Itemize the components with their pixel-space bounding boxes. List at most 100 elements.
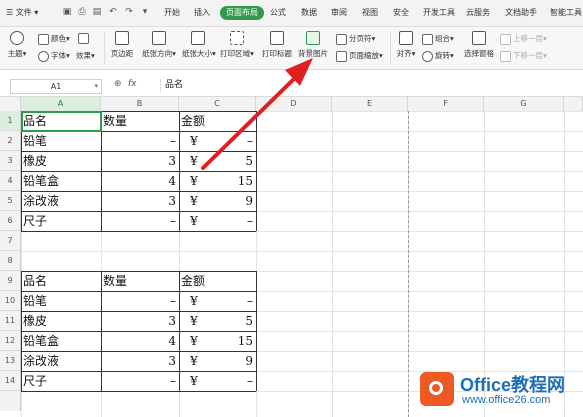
table1-cell-currency[interactable]: ¥	[179, 131, 209, 151]
print-area-button[interactable]: 打印区域▾	[218, 31, 256, 59]
menu-file[interactable]: ☰ 文件 ▾	[6, 6, 38, 20]
table1-header-amount[interactable]: 金额	[179, 111, 256, 131]
table1-cell-currency[interactable]: ¥	[179, 151, 209, 171]
menu-doc-assistant[interactable]: 文档助手	[505, 6, 537, 20]
menu-developer[interactable]: 开发工具	[423, 6, 455, 20]
table1-header-qty[interactable]: 数量	[101, 111, 179, 131]
align-button[interactable]: 对齐▾	[394, 31, 418, 59]
menu-cloud[interactable]: 云服务	[466, 6, 490, 20]
table2-cell-name[interactable]: 橡皮	[21, 311, 101, 331]
table2-cell-amount[interactable]: 5	[209, 311, 256, 331]
row-header-10[interactable]: 10	[0, 291, 20, 311]
page-break-button[interactable]: 分页符▾	[336, 33, 375, 45]
column-header-a[interactable]: A	[21, 97, 101, 111]
zoom-search-icon[interactable]: ⊕	[114, 79, 122, 89]
table1-cell-name[interactable]: 涂改液	[21, 191, 101, 211]
menu-data[interactable]: 数据	[301, 6, 317, 20]
send-backward-button[interactable]: 下移一层▾	[500, 50, 547, 62]
print-titles-button[interactable]: 打印标题	[260, 31, 294, 59]
background-image-button[interactable]: 背景图片	[296, 31, 330, 59]
table2-cell-name[interactable]: 尺子	[21, 371, 101, 391]
column-header-f[interactable]: F	[408, 97, 484, 111]
table2-cell-name[interactable]: 铅笔	[21, 291, 101, 311]
row-header-2[interactable]: 2	[0, 131, 20, 151]
table2-cell-name[interactable]: 涂改液	[21, 351, 101, 371]
menu-home[interactable]: 开始	[164, 6, 180, 20]
row-header-3[interactable]: 3	[0, 151, 20, 171]
table1-cell-currency[interactable]: ¥	[179, 191, 209, 211]
table2-cell-currency[interactable]: ¥	[179, 331, 209, 351]
table2-cell-amount[interactable]: 15	[209, 331, 256, 351]
margins-button[interactable]: 页边距	[108, 31, 136, 59]
table2-cell-qty[interactable]: 3	[101, 351, 179, 371]
table2-cell-qty[interactable]: 4	[101, 331, 179, 351]
table1-cell-qty[interactable]: 3	[101, 151, 179, 171]
colors-button[interactable]: 颜色▾	[38, 33, 70, 45]
theme-button[interactable]: 主题▾	[4, 31, 30, 59]
table1-cell-currency[interactable]: ¥	[179, 211, 209, 231]
column-header-c[interactable]: C	[179, 97, 256, 111]
row-header-1[interactable]: 1	[0, 111, 20, 131]
fonts-button[interactable]: 字体▾	[38, 50, 70, 62]
menu-insert[interactable]: 插入	[194, 6, 210, 20]
table2-header-qty[interactable]: 数量	[101, 271, 179, 291]
table2-cell-currency[interactable]: ¥	[179, 291, 209, 311]
table2-cell-name[interactable]: 铅笔盒	[21, 331, 101, 351]
row-header-6[interactable]: 6	[0, 211, 20, 231]
table1-cell-qty[interactable]: 3	[101, 191, 179, 211]
page-zoom-button[interactable]: 页面缩放▾	[336, 50, 383, 62]
menu-review[interactable]: 审阅	[331, 6, 347, 20]
row-header-12[interactable]: 12	[0, 331, 20, 351]
chevron-down-icon[interactable]: ▾	[94, 80, 98, 93]
table2-cell-qty[interactable]: –	[101, 371, 179, 391]
redo-icon[interactable]: ↷	[124, 7, 134, 17]
column-header-e[interactable]: E	[332, 97, 408, 111]
bring-forward-button[interactable]: 上移一层▾	[500, 33, 547, 45]
row-header-5[interactable]: 5	[0, 191, 20, 211]
table1-cell-amount[interactable]: –	[209, 131, 256, 151]
row-header-7[interactable]: 7	[0, 231, 20, 251]
name-box[interactable]: A1 ▾	[10, 79, 102, 94]
row-header-4[interactable]: 4	[0, 171, 20, 191]
menu-page-layout[interactable]: 页面布局	[220, 6, 264, 20]
table2-header-amount[interactable]: 金额	[179, 271, 256, 291]
table1-cell-amount[interactable]: 5	[209, 151, 256, 171]
table1-cell-amount[interactable]: –	[209, 211, 256, 231]
selection-pane-button[interactable]: 选择窗格	[462, 31, 496, 59]
table2-cell-qty[interactable]: –	[101, 291, 179, 311]
column-header-h-partial[interactable]	[564, 97, 583, 111]
menu-view[interactable]: 视图	[362, 6, 378, 20]
column-header-d[interactable]: D	[256, 97, 332, 111]
fx-icon[interactable]: fx	[128, 79, 137, 89]
orientation-button[interactable]: 纸张方向▾	[140, 31, 178, 59]
table2-cell-currency[interactable]: ¥	[179, 351, 209, 371]
table1-cell-qty[interactable]: 4	[101, 171, 179, 191]
rotate-button[interactable]: 旋转▾	[422, 50, 454, 62]
table2-header-name[interactable]: 品名	[21, 271, 101, 291]
table1-cell-qty[interactable]: –	[101, 131, 179, 151]
table2-cell-amount[interactable]: 9	[209, 351, 256, 371]
undo-icon[interactable]: ↶	[108, 7, 118, 17]
column-header-g[interactable]: G	[484, 97, 564, 111]
table1-cell-name[interactable]: 尺子	[21, 211, 101, 231]
table1-cell-name[interactable]: 铅笔盒	[21, 171, 101, 191]
table2-cell-amount[interactable]: –	[209, 371, 256, 391]
effects-button[interactable]: 效果▾	[76, 50, 95, 61]
table2-cell-qty[interactable]: 3	[101, 311, 179, 331]
row-header-9[interactable]: 9	[0, 271, 20, 291]
menu-formulas[interactable]: 公式	[270, 6, 286, 20]
table2-cell-amount[interactable]: –	[209, 291, 256, 311]
table1-cell-qty[interactable]: –	[101, 211, 179, 231]
row-header-11[interactable]: 11	[0, 311, 20, 331]
row-header-8[interactable]: 8	[0, 251, 20, 271]
save-icon[interactable]: ▣	[62, 7, 72, 17]
table1-cell-currency[interactable]: ¥	[179, 171, 209, 191]
effects-icon-button[interactable]	[78, 33, 91, 44]
print-preview-icon[interactable]: ▤	[92, 7, 102, 17]
quick-access-more-icon[interactable]: ▾	[140, 7, 150, 17]
table1-cell-name[interactable]: 橡皮	[21, 151, 101, 171]
formula-input[interactable]: 品名	[160, 79, 583, 92]
select-all-corner[interactable]	[0, 97, 21, 111]
table2-cell-currency[interactable]: ¥	[179, 311, 209, 331]
group-button[interactable]: 组合▾	[422, 33, 454, 45]
